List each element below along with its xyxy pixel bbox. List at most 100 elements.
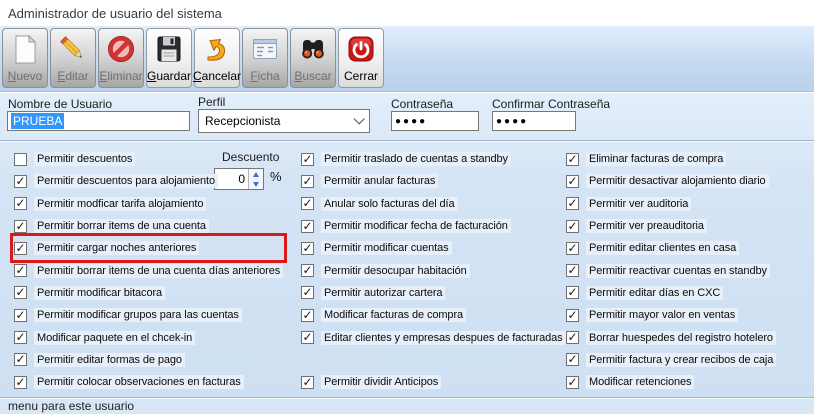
confirm-password-value: ●●●● [496,115,529,127]
checkbox-label: Permitir modificar fecha de facturación [321,219,511,234]
checkbox[interactable]: ✓ [301,219,314,233]
chevron-down-icon [353,113,365,125]
permission-row: ✓ Permitir anular facturas [301,170,566,192]
confirm-password-input[interactable]: ●●●● [492,111,576,131]
checkbox-label: Permitir borrar items de una cuenta [34,219,209,234]
permission-row: ✓ Eliminar facturas de compra [566,148,776,170]
user-admin-window: Administrador de usuario del sistema Nue… [0,0,814,414]
checkbox[interactable]: ✓ [566,331,579,345]
checkbox[interactable]: ✓ [566,241,579,255]
checkbox-label: Permitir traslado de cuentas a standby [321,152,511,167]
window-titlebar: Administrador de usuario del sistema [0,0,814,26]
checkbox[interactable]: ✓ [301,375,314,389]
permission-row: ✓ Anular solo facturas del día [301,193,566,215]
permission-row: ✓ Permitir autorizar cartera [301,282,566,304]
checkbox[interactable]: ✓ [566,353,579,367]
checkbox-label: Permitir factura y crear recibos de caja [586,352,777,367]
permission-row: Permitir descuentos [14,148,283,170]
checkbox[interactable]: ✓ [14,308,27,322]
checkbox[interactable]: ✓ [566,219,579,233]
cerrar-button[interactable]: Cerrar [338,28,384,88]
checkbox-label: Modificar facturas de compra [321,308,467,323]
checkbox[interactable]: ✓ [14,286,27,300]
checkbox[interactable]: ✓ [14,174,27,188]
checkbox[interactable]: ✓ [14,197,27,211]
checkbox-label: Anular solo facturas del día [321,196,458,211]
username-input[interactable]: PRUEBA [7,111,190,131]
checkbox[interactable]: ✓ [566,174,579,188]
checkbox[interactable]: ✓ [566,264,579,278]
checkbox[interactable]: ✓ [301,174,314,188]
checkbox[interactable]: ✓ [566,375,579,389]
permission-row: ✓ Modificar facturas de compra [301,304,566,326]
permission-row: ✓ Permitir traslado de cuentas a standby [301,148,566,170]
checkbox[interactable]: ✓ [14,353,27,367]
checkbox-label: Permitir reactivar cuentas en standby [586,263,770,278]
permission-row: ✓ Permitir editar clientes en casa [566,237,776,259]
checkbox-label: Modificar retenciones [586,375,695,390]
checkbox-label: Permitir ver preauditoria [586,219,707,234]
permission-row: ✓ Permitir modficar tarifa alojamiento [14,193,283,215]
permission-row: ✓ Permitir colocar observaciones en factu… [14,371,283,393]
checkbox-label: Permitir editar clientes en casa [586,241,740,256]
checkbox[interactable]: ✓ [301,331,314,345]
checkbox-label: Permitir descuentos [34,152,136,167]
checkbox[interactable] [14,152,27,166]
nuevo-button[interactable]: Nuevo [2,28,48,88]
password-label: Contraseña [391,97,454,111]
permission-row: ✓ Permitir borrar items de una cuenta [14,215,283,237]
checkbox-label: Permitir modificar cuentas [321,241,452,256]
permission-row-highlighted: ✓ Permitir cargar noches anteriores [9,233,288,264]
form-panel: Nombre de Usuario Perfil Contraseña Conf… [0,93,814,397]
status-bar: menu para este usuario [0,397,814,414]
checkbox[interactable]: ✓ [566,286,579,300]
eliminar-button[interactable]: Eliminar [98,28,144,88]
ficha-button[interactable]: Ficha [242,28,288,88]
permission-row: ✓ Modificar retenciones [566,371,776,393]
checkbox[interactable]: ✓ [14,219,27,233]
checkbox-label: Modificar paquete en el chcek-in [34,330,196,345]
checkbox-label: Permitir colocar observaciones en factur… [34,375,244,390]
checkbox[interactable]: ✓ [566,152,579,166]
toolbar-button-label: Nuevo [7,69,43,83]
binoculars-icon [296,31,330,67]
checkbox[interactable]: ✓ [301,286,314,300]
guardar-button[interactable]: Guardar [146,28,192,88]
checkbox[interactable]: ✓ [14,264,27,278]
checkbox[interactable]: ✓ [301,241,314,255]
password-input[interactable]: ●●●● [391,111,479,131]
toolbar-button-label: Buscar [294,69,332,83]
checkbox-label: Permitir anular facturas [321,174,439,189]
permission-row: ✓ Borrar huespedes del registro hotelero [566,326,776,348]
toolbar-button-label: Guardar [146,69,192,83]
checkbox[interactable]: ✓ [301,152,314,166]
checkbox-label: Permitir borrar items de una cuenta días… [34,263,284,278]
profile-label: Perfil [198,95,226,109]
checkbox[interactable]: ✓ [566,197,579,211]
confirm-password-label: Confirmar Contraseña [492,97,611,111]
buscar-button[interactable]: Buscar [290,28,336,88]
checkbox-label: Permitir descuentos para alojamiento [34,174,218,189]
checkbox[interactable]: ✓ [14,241,27,255]
form-icon [248,31,282,67]
editar-button[interactable]: Editar [50,28,96,88]
floppy-disk-icon [152,31,186,67]
checkbox-label: Permitir modificar grupos para las cuent… [34,308,242,323]
checkbox-label: Eliminar facturas de compra [586,152,727,167]
checkbox[interactable]: ✓ [14,331,27,345]
permission-row: ✓ Permitir modificar cuentas [301,237,566,259]
permission-row: ✓ Permitir borrar items de una cuenta día… [14,259,284,281]
new-document-icon [8,31,42,67]
toolbar-button-label: Ficha [250,69,280,83]
checkbox[interactable]: ✓ [301,308,314,322]
no-entry-icon [104,31,138,67]
checkbox[interactable]: ✓ [14,375,27,389]
checkbox-label: Permitir editar formas de pago [34,352,185,367]
checkbox[interactable]: ✓ [301,197,314,211]
checkbox[interactable]: ✓ [566,308,579,322]
cancelar-button[interactable]: Cancelar [193,28,241,88]
checkbox-label: Editar clientes y empresas despues de fa… [321,330,566,345]
profile-select[interactable]: Recepcionista [198,109,370,133]
checkbox[interactable]: ✓ [301,264,314,278]
section-divider [0,140,814,142]
